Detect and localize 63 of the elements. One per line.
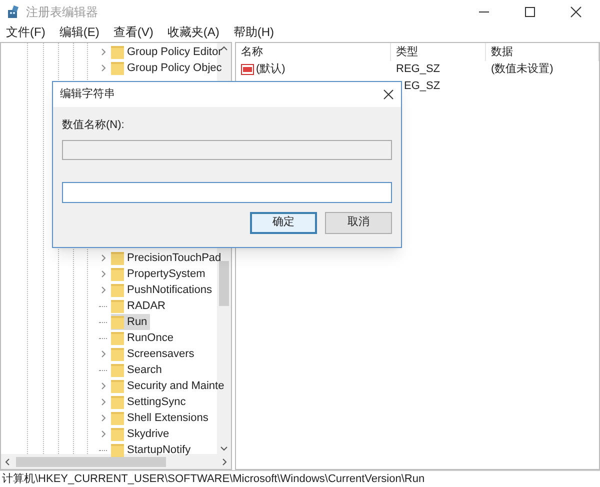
menu-item[interactable]: 帮助(H) [233,23,274,41]
folder-icon [111,379,124,393]
tree-item[interactable]: Group Policy Objec [111,60,225,76]
dialog-title: 编辑字符串 [60,86,115,102]
scroll-up-icon[interactable] [220,45,228,51]
tree-item[interactable]: Shell Extensions [111,410,212,426]
field-label: 数值名称(N): [62,118,124,133]
table-cell: (数值未设置) [491,63,554,76]
tree-item[interactable]: Screensavers [111,346,198,362]
menu-item[interactable]: 收藏夹(A) [167,23,220,41]
column-header[interactable]: 名称 [236,43,391,61]
folder-icon [111,45,124,59]
scroll-right-icon[interactable] [222,458,228,466]
maximize-icon[interactable] [524,6,536,18]
folder-icon [111,443,124,457]
table-cell: EG_SZ [404,80,440,92]
column-header[interactable]: 类型 [391,43,486,61]
value-name-field[interactable] [62,140,392,160]
folder-icon [111,395,124,409]
table-cell: REG_SZ [396,63,440,76]
expand-chevron-icon[interactable] [101,350,107,358]
folder-icon [111,61,124,75]
menu-item[interactable]: 文件(F) [6,23,46,41]
tree-item[interactable]: Run [111,314,150,330]
folder-icon [111,299,124,313]
tree-item[interactable]: PushNotifications [111,282,215,298]
folder-icon [111,427,124,441]
dialog-button[interactable]: 取消 [325,212,392,234]
tree-item[interactable]: RunOnce [111,330,176,346]
scroll-left-icon[interactable] [4,458,10,466]
folder-icon [111,251,124,265]
close-icon[interactable] [383,89,394,100]
string-value-icon [241,64,254,75]
menu-item[interactable]: 编辑(E) [59,23,100,41]
column-header[interactable]: 数据 [486,43,599,61]
tree-item[interactable]: Skydrive [111,426,172,442]
dialog-button[interactable]: 确定 [250,212,317,234]
tree-item[interactable]: RADAR [111,298,169,314]
folder-icon [111,331,124,345]
folder-icon [111,267,124,281]
close-icon[interactable] [570,6,582,18]
tree-item[interactable]: PrecisionTouchPad [111,250,224,266]
folder-icon [111,411,124,425]
scrollbar-thumb[interactable] [16,456,166,466]
tree-item[interactable]: Security and Mainte [111,378,228,394]
window-title: 注册表编辑器 [26,4,98,21]
tree-item[interactable]: Search [111,362,165,378]
value-data-field[interactable] [62,182,392,202]
folder-icon [111,283,124,297]
table-cell-text: (默认) [256,62,286,78]
menu-item[interactable]: 查看(V) [113,23,154,41]
scroll-down-icon[interactable] [220,446,228,452]
tree-item[interactable]: Group Policy Editor [111,44,225,60]
tree-item[interactable]: PropertySystem [111,266,208,282]
folder-icon [111,315,124,329]
registry-editor-icon [7,5,21,19]
status-bar-path: 计算机\HKEY_CURRENT_USER\SOFTWARE\Microsoft\Windows\CurrentVersion\Run [1,472,425,487]
folder-icon [111,363,124,377]
horizontal-scrollbar[interactable] [1,454,231,469]
tree-item[interactable]: StartupNotify [111,442,194,458]
scrollbar-thumb[interactable] [219,261,229,306]
tree-item[interactable]: SettingSync [111,394,189,410]
folder-icon [111,347,124,361]
